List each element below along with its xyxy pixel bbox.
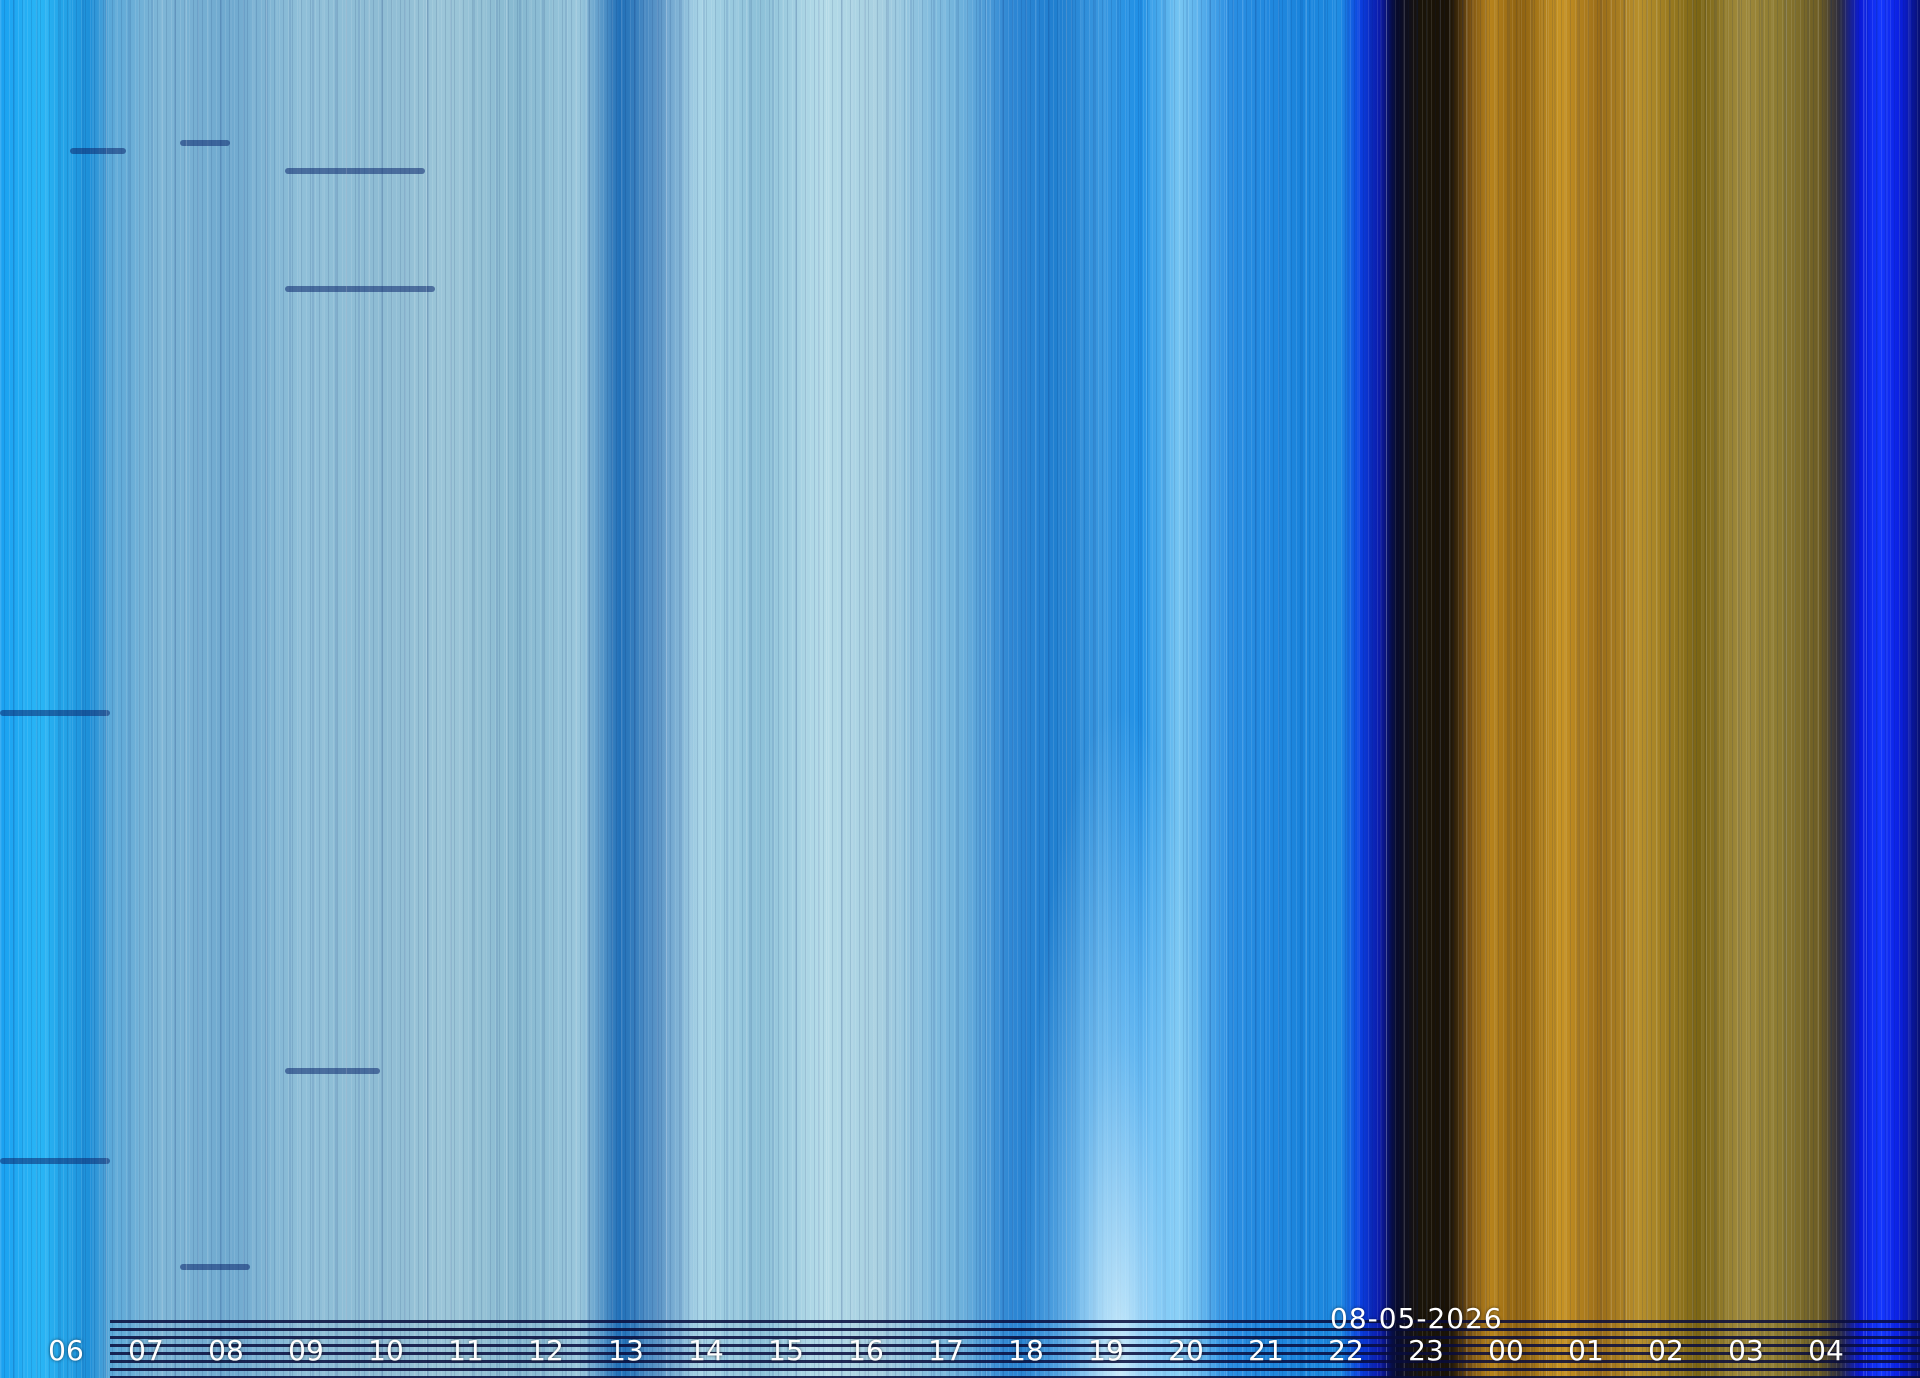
hour-label: 10	[368, 1334, 404, 1367]
horizon-mark	[180, 1264, 250, 1270]
keogram-image: 08-05-2026 06 07 08 09 10 11 12 13 14 15 16 17 18 19 2…	[0, 0, 1920, 1378]
hour-label: 08	[208, 1334, 244, 1367]
hour-label: 12	[528, 1334, 564, 1367]
hour-gridline	[1306, 0, 1307, 1378]
hour-gridline	[986, 0, 987, 1378]
hour-gridlines	[0, 0, 1920, 1378]
hour-label: 13	[608, 1334, 644, 1367]
horizon-mark	[285, 168, 425, 174]
hour-label: 04	[1808, 1334, 1844, 1367]
hour-gridline	[666, 0, 667, 1378]
hour-label: 06	[48, 1334, 84, 1367]
horizon-mark	[180, 140, 230, 146]
hour-label: 14	[688, 1334, 724, 1367]
vertical-streak-texture	[0, 0, 1920, 1378]
hour-label: 18	[1008, 1334, 1044, 1367]
hour-gridline	[1146, 0, 1147, 1378]
hour-label: 07	[128, 1334, 164, 1367]
hour-label: 19	[1088, 1334, 1124, 1367]
hour-gridline	[426, 0, 427, 1378]
hour-label: 21	[1248, 1334, 1284, 1367]
hour-gridline	[826, 0, 827, 1378]
horizon-mark	[70, 148, 126, 154]
hour-gridline	[1706, 0, 1707, 1378]
horizon-mark	[0, 710, 110, 716]
hour-gridline	[1066, 0, 1067, 1378]
hour-label: 17	[928, 1334, 964, 1367]
hour-gridline	[1466, 0, 1467, 1378]
horizon-mark	[0, 1158, 110, 1164]
hour-label: 00	[1488, 1334, 1524, 1367]
hour-gridline	[186, 0, 187, 1378]
hour-gridline	[906, 0, 907, 1378]
hour-label: 09	[288, 1334, 324, 1367]
hour-gridline	[1866, 0, 1867, 1378]
hour-label: 16	[848, 1334, 884, 1367]
hour-gridline	[1546, 0, 1547, 1378]
hour-label: 02	[1648, 1334, 1684, 1367]
hour-label: 20	[1168, 1334, 1204, 1367]
hour-gridline	[266, 0, 267, 1378]
hour-gridline	[106, 0, 107, 1378]
hour-gridline	[1226, 0, 1227, 1378]
hour-label: 23	[1408, 1334, 1444, 1367]
hour-label: 15	[768, 1334, 804, 1367]
hour-gridline	[1786, 0, 1787, 1378]
hour-gridline	[586, 0, 587, 1378]
sunset-glow	[1020, 700, 1220, 1378]
horizon-mark	[285, 286, 435, 292]
hour-label: 22	[1328, 1334, 1364, 1367]
date-label: 08-05-2026	[1330, 1302, 1503, 1335]
hour-gridline	[1626, 0, 1627, 1378]
hour-gridline	[746, 0, 747, 1378]
hour-gridline	[1386, 0, 1387, 1378]
hour-gridline	[346, 0, 347, 1378]
hour-gridline	[506, 0, 507, 1378]
hour-label: 11	[448, 1334, 484, 1367]
hour-label: 01	[1568, 1334, 1604, 1367]
horizon-mark	[285, 1068, 380, 1074]
hour-label: 03	[1728, 1334, 1764, 1367]
